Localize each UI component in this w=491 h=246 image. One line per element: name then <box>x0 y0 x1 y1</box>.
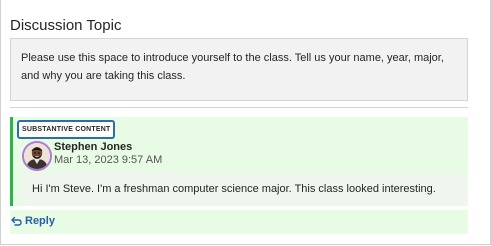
discussion-prompt: Please use this space to introduce yours… <box>10 38 468 101</box>
reply-arrow-icon <box>11 216 22 227</box>
author-name[interactable]: Stephen Jones <box>54 141 132 153</box>
reply-label: Reply <box>25 215 55 227</box>
post-body-text: Hi I'm Steve. I'm a freshman computer sc… <box>32 183 436 195</box>
reply-button[interactable]: Reply <box>11 215 55 227</box>
reply-bar: Reply <box>10 210 468 234</box>
post-timestamp: Mar 13, 2023 9:57 AM <box>54 154 163 166</box>
user-avatar-icon[interactable] <box>22 141 52 171</box>
post-accent-bar <box>10 117 13 206</box>
post-body: Hi I'm Steve. I'm a freshman computer sc… <box>22 172 468 206</box>
divider <box>10 107 468 108</box>
page-title: Discussion Topic <box>10 17 122 34</box>
substantive-content-badge: SUBSTANTIVE CONTENT <box>17 120 116 139</box>
discussion-post: SUBSTANTIVE CONTENT Stephen Jones Mar 13… <box>10 117 468 206</box>
